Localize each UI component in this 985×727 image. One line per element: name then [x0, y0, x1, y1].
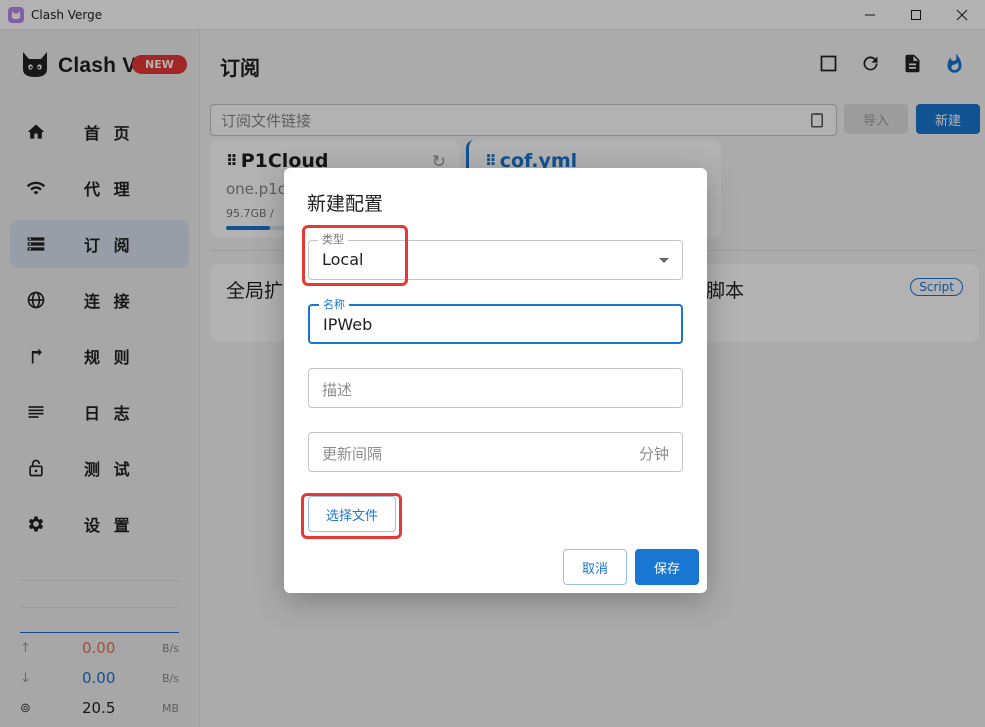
- description-field[interactable]: 描述: [308, 368, 683, 408]
- description-placeholder: 描述: [322, 381, 353, 399]
- interval-unit: 分钟: [638, 445, 669, 463]
- type-select[interactable]: 类型 Local: [308, 233, 683, 280]
- select-file-button[interactable]: 选择文件: [308, 496, 396, 532]
- type-value: Local: [322, 250, 364, 269]
- name-value: IPWeb: [323, 315, 373, 334]
- name-field[interactable]: 名称 IPWeb: [308, 298, 683, 344]
- update-interval-field[interactable]: 更新间隔 分钟: [308, 432, 683, 472]
- dialog-title: 新建配置: [307, 193, 384, 215]
- cancel-button[interactable]: 取消: [563, 549, 627, 585]
- chevron-down-icon: [659, 258, 669, 263]
- save-button[interactable]: 保存: [635, 549, 699, 585]
- name-label: 名称: [319, 298, 349, 312]
- interval-placeholder: 更新间隔: [322, 445, 383, 463]
- new-profile-dialog: 新建配置 类型 Local 名称 IPWeb 描述 更新间隔 分钟 选择文件 取…: [284, 168, 707, 593]
- type-label: 类型: [318, 233, 348, 247]
